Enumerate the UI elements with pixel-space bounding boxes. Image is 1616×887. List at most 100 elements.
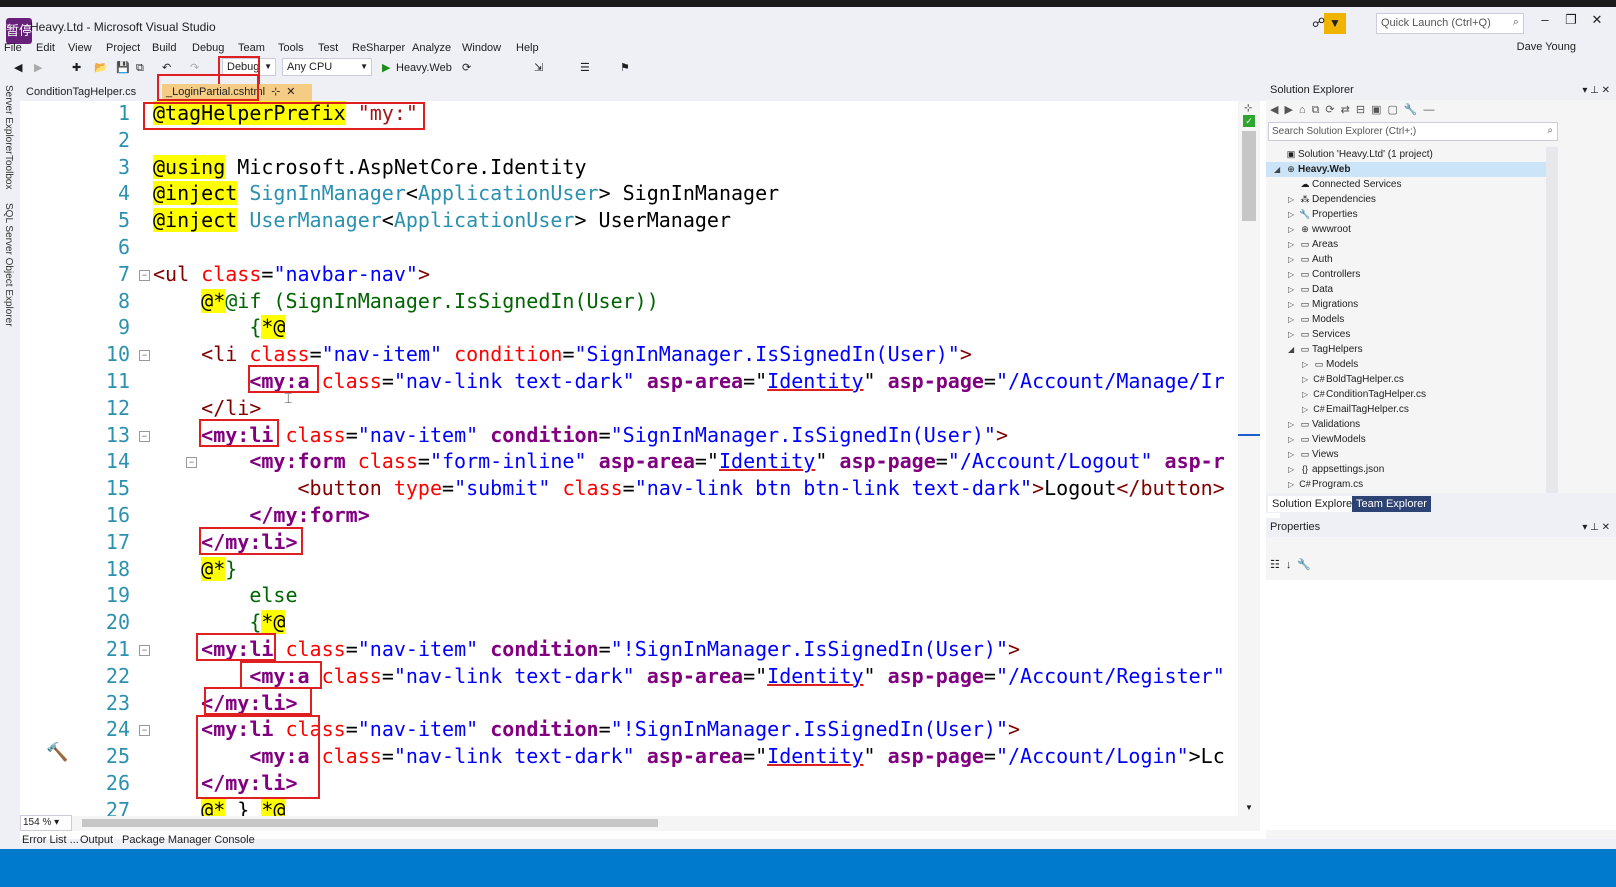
split-icon[interactable]: ⊹ bbox=[1244, 103, 1252, 114]
tab-condition-tag-helper[interactable]: ConditionTagHelper.cs bbox=[22, 84, 140, 101]
tree-item[interactable]: ▷ ▭ Views bbox=[1288, 447, 1339, 462]
tree-item[interactable]: ▷ ▭ Controllers bbox=[1288, 267, 1360, 282]
expand-icon[interactable]: ▷ bbox=[1288, 207, 1298, 222]
tree-item[interactable]: ▷{} appsettings.json bbox=[1288, 462, 1384, 477]
code-line[interactable]: <ul class="navbar-nav"> bbox=[153, 262, 430, 286]
tree-item[interactable]: ▷ C#Program.cs bbox=[1288, 477, 1363, 492]
menu-team[interactable]: Team bbox=[238, 42, 265, 54]
solution-search-input[interactable]: Search Solution Explorer (Ctrl+;) ⌕ bbox=[1268, 122, 1558, 141]
tab-error-list[interactable]: Error List ... bbox=[22, 834, 79, 846]
expand-icon[interactable]: ▷ bbox=[1288, 432, 1298, 447]
menu-window[interactable]: Window bbox=[462, 42, 501, 54]
expand-icon[interactable]: ▷ bbox=[1288, 417, 1298, 432]
fold-toggle-icon[interactable]: − bbox=[139, 725, 150, 737]
properties-toolbar[interactable]: ☷↓🔧 bbox=[1270, 558, 1317, 571]
expand-icon[interactable]: ▷ bbox=[1288, 477, 1298, 492]
code-line[interactable]: <button type="submit" class="nav-link bt… bbox=[153, 476, 1225, 500]
tree-item[interactable]: ▣ Solution 'Heavy.Ltd' (1 project) bbox=[1274, 147, 1433, 162]
fold-toggle-icon[interactable]: − bbox=[186, 457, 197, 469]
code-editor[interactable]: 1 @tagHelperPrefix "my:" 2 3 @using Microsof… bbox=[20, 101, 1280, 839]
tree-item[interactable]: ▷ C#ConditionTagHelper.cs bbox=[1302, 387, 1426, 402]
tree-item[interactable]: ▷ ▭ Validations bbox=[1288, 417, 1360, 432]
expand-icon[interactable]: ▷ bbox=[1288, 222, 1298, 237]
menu-edit[interactable]: Edit bbox=[36, 42, 55, 54]
expand-icon[interactable]: ▷ bbox=[1302, 372, 1312, 387]
menu-test[interactable]: Test bbox=[318, 42, 338, 54]
code-line[interactable]: <li class="nav-item" condition="SignInMa… bbox=[153, 342, 972, 366]
tree-item[interactable]: ▷ ▭ ViewModels bbox=[1288, 432, 1366, 447]
new-project-icon[interactable]: ✚ bbox=[72, 59, 81, 78]
fold-toggle-icon[interactable]: − bbox=[139, 269, 150, 281]
code-line[interactable]: {*@ bbox=[153, 315, 286, 340]
code-line[interactable]: <my:li class="nav-item" condition="SignI… bbox=[153, 423, 1008, 447]
scroll-down-icon[interactable]: ▼ bbox=[1245, 803, 1253, 812]
tree-item[interactable]: ◢ ▭ TagHelpers bbox=[1288, 342, 1363, 357]
tree-item[interactable]: ▷ ▭ Services bbox=[1288, 327, 1350, 342]
refresh-icon[interactable]: ⟳ bbox=[462, 59, 471, 78]
expand-icon[interactable]: ▷ bbox=[1302, 402, 1312, 417]
menu-resharper[interactable]: ReSharper bbox=[352, 42, 405, 54]
tab-team-explorer[interactable]: Team Explorer bbox=[1352, 496, 1431, 512]
menu-tools[interactable]: Tools bbox=[278, 42, 304, 54]
server-explorer-tab[interactable]: Server Explorer bbox=[3, 85, 14, 154]
expand-icon[interactable]: ▷ bbox=[1288, 462, 1298, 477]
run-icon[interactable]: ▶ bbox=[382, 59, 390, 78]
scroll-thumb[interactable] bbox=[1242, 131, 1256, 221]
menu-debug[interactable]: Debug bbox=[192, 42, 224, 54]
code-line[interactable]: @inject UserManager<ApplicationUser> Use… bbox=[153, 208, 731, 233]
expand-icon[interactable]: ▷ bbox=[1302, 357, 1312, 372]
solution-scrollbar[interactable] bbox=[1546, 147, 1558, 497]
code-line[interactable]: else bbox=[153, 583, 297, 607]
tree-item[interactable]: ▷ ▭ Data bbox=[1288, 282, 1333, 297]
code-line[interactable]: @*@if (SignInManager.IsSignedIn(User)) bbox=[153, 288, 659, 313]
maximize-button[interactable]: ❐ bbox=[1560, 12, 1582, 34]
code-line[interactable]: <my:form class="form-inline" asp-area="I… bbox=[153, 449, 1224, 473]
feedback-filter-icon[interactable]: ▼ bbox=[1324, 13, 1346, 34]
close-button[interactable]: ✕ bbox=[1586, 12, 1608, 34]
expand-icon[interactable]: ▷ bbox=[1288, 282, 1298, 297]
code-line[interactable]: @using Microsoft.AspNetCore.Identity bbox=[153, 154, 586, 179]
tree-item[interactable]: ▷ ▭ Auth bbox=[1288, 252, 1333, 267]
save-all-icon[interactable]: ⧉ bbox=[136, 59, 144, 78]
tree-item[interactable]: ▷ C#BoldTagHelper.cs bbox=[1302, 372, 1404, 387]
menu-help[interactable]: Help bbox=[516, 42, 539, 54]
tree-item[interactable]: ▷ ▭ Migrations bbox=[1288, 297, 1358, 312]
tab-solution-explorer[interactable]: Solution Explorer bbox=[1268, 496, 1360, 512]
tree-item[interactable]: ▷ ▭ Areas bbox=[1288, 237, 1338, 252]
back-icon[interactable]: ◀ bbox=[14, 59, 22, 78]
fold-toggle-icon[interactable]: − bbox=[139, 645, 150, 656]
expand-icon[interactable]: ▷ bbox=[1288, 312, 1298, 327]
tree-item[interactable]: ◢ ⊕ Heavy.Web bbox=[1266, 162, 1546, 177]
expand-icon[interactable]: ▷ bbox=[1288, 252, 1298, 267]
menu-build[interactable]: Build bbox=[152, 42, 176, 54]
code-line[interactable]: {*@ bbox=[153, 610, 286, 635]
step-icon[interactable]: ⇲ bbox=[534, 59, 543, 78]
notifications-icon[interactable]: ☍ bbox=[1312, 15, 1325, 31]
code-line[interactable]: </my:form> bbox=[153, 503, 369, 527]
code-line[interactable]: @*} bbox=[153, 556, 237, 581]
fold-toggle-icon[interactable]: − bbox=[139, 350, 150, 362]
run-target[interactable]: Heavy.Web bbox=[396, 59, 452, 78]
expand-icon[interactable]: ◢ bbox=[1274, 162, 1284, 177]
menu-analyze[interactable]: Analyze bbox=[412, 42, 451, 54]
fold-toggle-icon[interactable]: − bbox=[139, 430, 150, 442]
comment-icon[interactable]: ☰ bbox=[580, 59, 590, 78]
expand-icon[interactable]: ▷ bbox=[1288, 237, 1298, 252]
quick-action-hammer-icon[interactable]: 🔨 bbox=[46, 742, 68, 763]
panel-controls[interactable]: ▾ ⊥ ✕ bbox=[1582, 81, 1610, 100]
menu-file[interactable]: File bbox=[4, 42, 22, 54]
expand-icon[interactable]: ▷ bbox=[1288, 297, 1298, 312]
zoom-level[interactable]: 154 % ▾ bbox=[20, 815, 72, 831]
tree-item[interactable]: ▷ 🔧Properties bbox=[1288, 207, 1358, 222]
expand-icon[interactable]: ◢ bbox=[1288, 342, 1298, 357]
platform-select[interactable]: Any CPU ▼ bbox=[282, 58, 372, 76]
hscroll-thumb[interactable] bbox=[82, 819, 658, 827]
code-line[interactable]: </li> bbox=[153, 396, 261, 420]
solution-toolbar[interactable]: ◀▶⌂⧉⟳⇄⊟▣▢🔧— bbox=[1270, 103, 1441, 117]
expand-icon[interactable]: ▷ bbox=[1288, 192, 1298, 207]
tab-package-manager-console[interactable]: Package Manager Console bbox=[122, 834, 255, 846]
panel-controls[interactable]: ▾ ⊥ ✕ bbox=[1582, 518, 1610, 537]
expand-icon[interactable]: ▷ bbox=[1288, 267, 1298, 282]
code-line[interactable]: <my:li class="nav-item" condition="!Sign… bbox=[153, 637, 1020, 661]
tab-output[interactable]: Output bbox=[80, 834, 113, 846]
